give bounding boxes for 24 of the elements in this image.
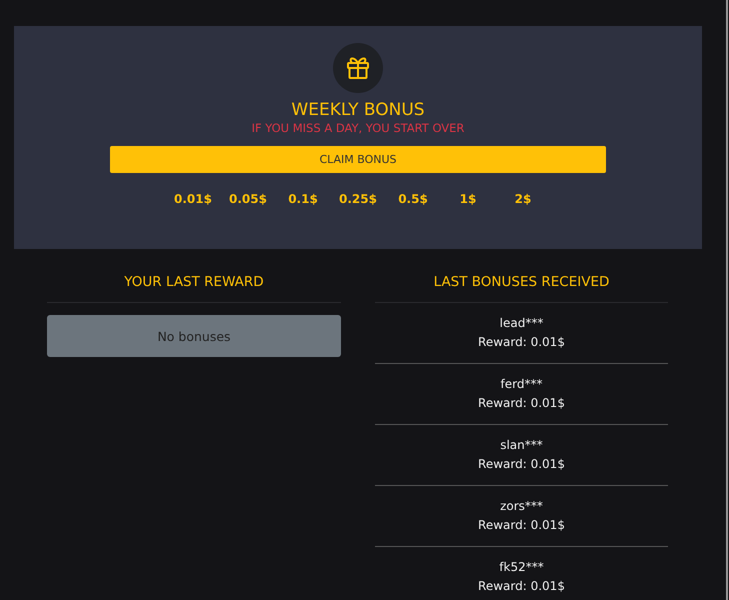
user-name: fk52*** (499, 559, 544, 576)
bonus-amount: 0.25$ (338, 192, 378, 206)
reward-text: Reward: 0.01$ (478, 456, 565, 473)
bonus-amount: 2$ (514, 192, 532, 206)
user-name: ferd*** (500, 376, 542, 393)
bonus-amount: 0.05$ (228, 192, 268, 206)
reward-text: Reward: 0.01$ (478, 395, 565, 412)
claim-bonus-button[interactable]: CLAIM BONUS (110, 146, 606, 173)
gift-icon (333, 43, 383, 93)
bonus-amount: 0.5$ (397, 192, 429, 206)
reward-text: Reward: 0.01$ (478, 578, 565, 595)
bonus-amount: 1$ (458, 192, 478, 206)
section-heading: YOUR LAST REWARD (123, 273, 265, 292)
reward-text: Reward: 0.01$ (478, 334, 565, 351)
bonus-title: WEEKLY BONUS (291, 99, 425, 121)
section-heading: LAST BONUSES RECEIVED (432, 273, 610, 292)
user-name: slan*** (500, 437, 543, 454)
user-name: zors*** (500, 498, 543, 515)
reward-text: Reward: 0.01$ (478, 517, 565, 534)
bonus-amount: 0.1$ (287, 192, 319, 206)
bonus-amount: 0.01$ (173, 192, 213, 206)
warning-text: IF YOU MISS A DAY, YOU START OVER (252, 121, 464, 135)
user-name: lead*** (500, 315, 544, 332)
no-bonuses-alert: No bonuses (47, 315, 341, 357)
